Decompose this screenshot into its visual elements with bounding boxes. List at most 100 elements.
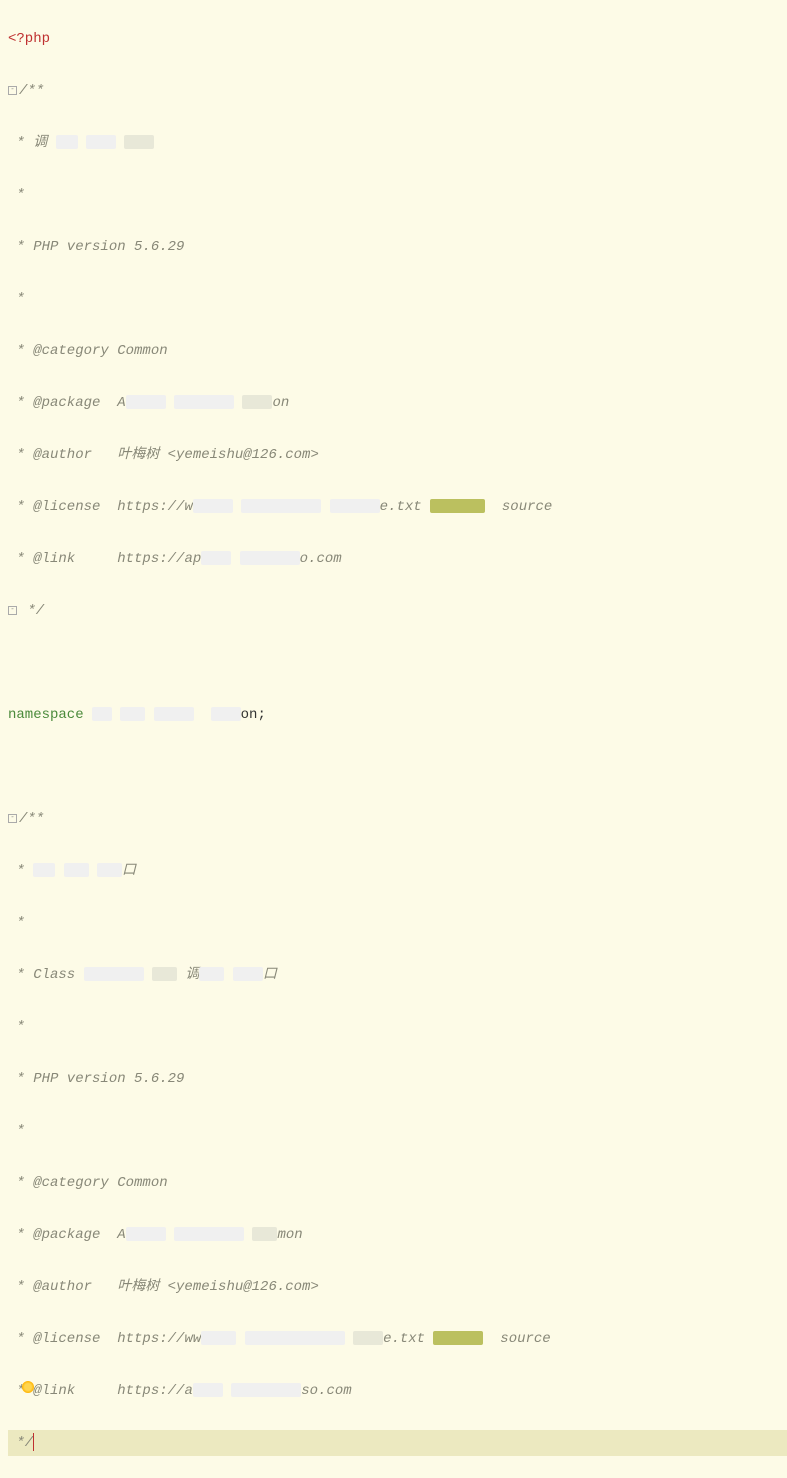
doc-tag: * @category [8, 343, 109, 359]
redacted-block [233, 967, 263, 981]
doc-tag: * @package [8, 395, 109, 411]
doc-value: 叶梅树 <yemeishu@126.com> [109, 447, 319, 463]
comment-text: * PHP version 5.6.29 [8, 1071, 184, 1087]
redacted-block [252, 1227, 277, 1241]
redacted-block [126, 395, 166, 409]
code-editor[interactable]: <?php -/** * 调 * * PHP version 5.6.29 * … [0, 0, 787, 1478]
redacted-highlight [430, 499, 485, 513]
fold-icon[interactable]: - [8, 814, 17, 823]
code-line: -/** [8, 806, 787, 832]
redacted-block [241, 499, 321, 513]
doc-tag: * @author [8, 1279, 109, 1295]
redacted-block [97, 863, 122, 877]
comment-text: 口 [263, 967, 277, 983]
redacted-block [201, 1331, 236, 1345]
comment-end: */ [8, 1435, 33, 1451]
redacted-block [240, 551, 300, 565]
comment-text: * [8, 863, 33, 879]
comment-start: /** [19, 83, 44, 99]
code-line: - */ [8, 598, 787, 624]
redacted-highlight [433, 1331, 483, 1345]
code-line: * @author 叶梅树 <yemeishu@126.com> [8, 1274, 787, 1300]
redacted-block [199, 967, 224, 981]
semicolon: ; [257, 707, 265, 723]
code-line: * [8, 1118, 787, 1144]
code-line: * @author 叶梅树 <yemeishu@126.com> [8, 442, 787, 468]
comment-text: * [8, 291, 25, 307]
doc-value: https://a [109, 1383, 193, 1399]
code-line: * 调 [8, 130, 787, 156]
redacted-block [126, 1227, 166, 1241]
redacted-block [193, 499, 233, 513]
php-open-tag: <?php [8, 31, 50, 47]
redacted-block [33, 863, 55, 877]
redacted-block [84, 967, 144, 981]
lightbulb-icon[interactable] [22, 1381, 34, 1393]
comment-text: * [8, 1123, 25, 1139]
fold-icon[interactable]: - [8, 606, 17, 615]
code-line: <?php [8, 26, 787, 52]
comment-end: */ [19, 603, 44, 619]
doc-value: o.com [300, 551, 342, 567]
namespace-suffix: on [241, 707, 258, 723]
doc-value: 叶梅树 <yemeishu@126.com> [109, 1279, 319, 1295]
code-line: * PHP version 5.6.29 [8, 1066, 787, 1092]
doc-value: Common [109, 343, 168, 359]
redacted-block [174, 1227, 244, 1241]
comment-text: * 调 [8, 135, 47, 151]
keyword-namespace: namespace [8, 707, 84, 723]
doc-value: https://w [109, 499, 193, 515]
code-line: * PHP version 5.6.29 [8, 234, 787, 260]
doc-tag: * @package [8, 1227, 109, 1243]
redacted-block [152, 967, 177, 981]
code-line: * @package A on [8, 390, 787, 416]
code-line: -/** [8, 78, 787, 104]
fold-icon[interactable]: - [8, 86, 17, 95]
comment-text: 调 [177, 967, 199, 983]
doc-value: on [272, 395, 289, 411]
redacted-block [174, 395, 234, 409]
code-line: * @category Common [8, 338, 787, 364]
doc-value: https://ap [109, 551, 201, 567]
redacted-block [193, 1383, 223, 1397]
redacted-block [245, 1331, 345, 1345]
redacted-block [92, 707, 112, 721]
code-line: * @license https://w e.txt source [8, 494, 787, 520]
code-line [8, 650, 787, 676]
code-line: * @link https://ap o.com [8, 546, 787, 572]
doc-value: source [492, 1331, 551, 1347]
comment-text: * PHP version 5.6.29 [8, 239, 184, 255]
text-cursor [33, 1433, 34, 1451]
redacted-block [201, 551, 231, 565]
doc-value: A [109, 395, 126, 411]
comment-text: * [8, 1019, 25, 1035]
doc-value: e.txt [380, 499, 422, 515]
code-line: * @license https://ww e.txt source [8, 1326, 787, 1352]
code-line: * [8, 1014, 787, 1040]
doc-tag: * @category [8, 1175, 109, 1191]
comment-text: * Class [8, 967, 84, 983]
redacted-block [124, 135, 154, 149]
doc-tag: * @link [8, 551, 109, 567]
doc-value: source [493, 499, 552, 515]
redacted-block [120, 707, 145, 721]
redacted-block [56, 135, 78, 149]
doc-tag: * @license [8, 499, 109, 515]
current-line: */ [8, 1430, 787, 1456]
code-line: * [8, 910, 787, 936]
doc-tag: * @license [8, 1331, 109, 1347]
code-line: * 口 [8, 858, 787, 884]
code-line: * @category Common [8, 1170, 787, 1196]
comment-text: * [8, 187, 25, 203]
code-line: * [8, 182, 787, 208]
redacted-block [242, 395, 272, 409]
redacted-block [64, 863, 89, 877]
doc-value: e.txt [383, 1331, 425, 1347]
redacted-block [154, 707, 194, 721]
code-line: * @link https://a so.com [8, 1378, 787, 1404]
comment-text: 口 [122, 863, 136, 879]
doc-tag: * @author [8, 447, 109, 463]
redacted-block [353, 1331, 383, 1345]
doc-value: so.com [301, 1383, 351, 1399]
code-line: namespace on; [8, 702, 787, 728]
